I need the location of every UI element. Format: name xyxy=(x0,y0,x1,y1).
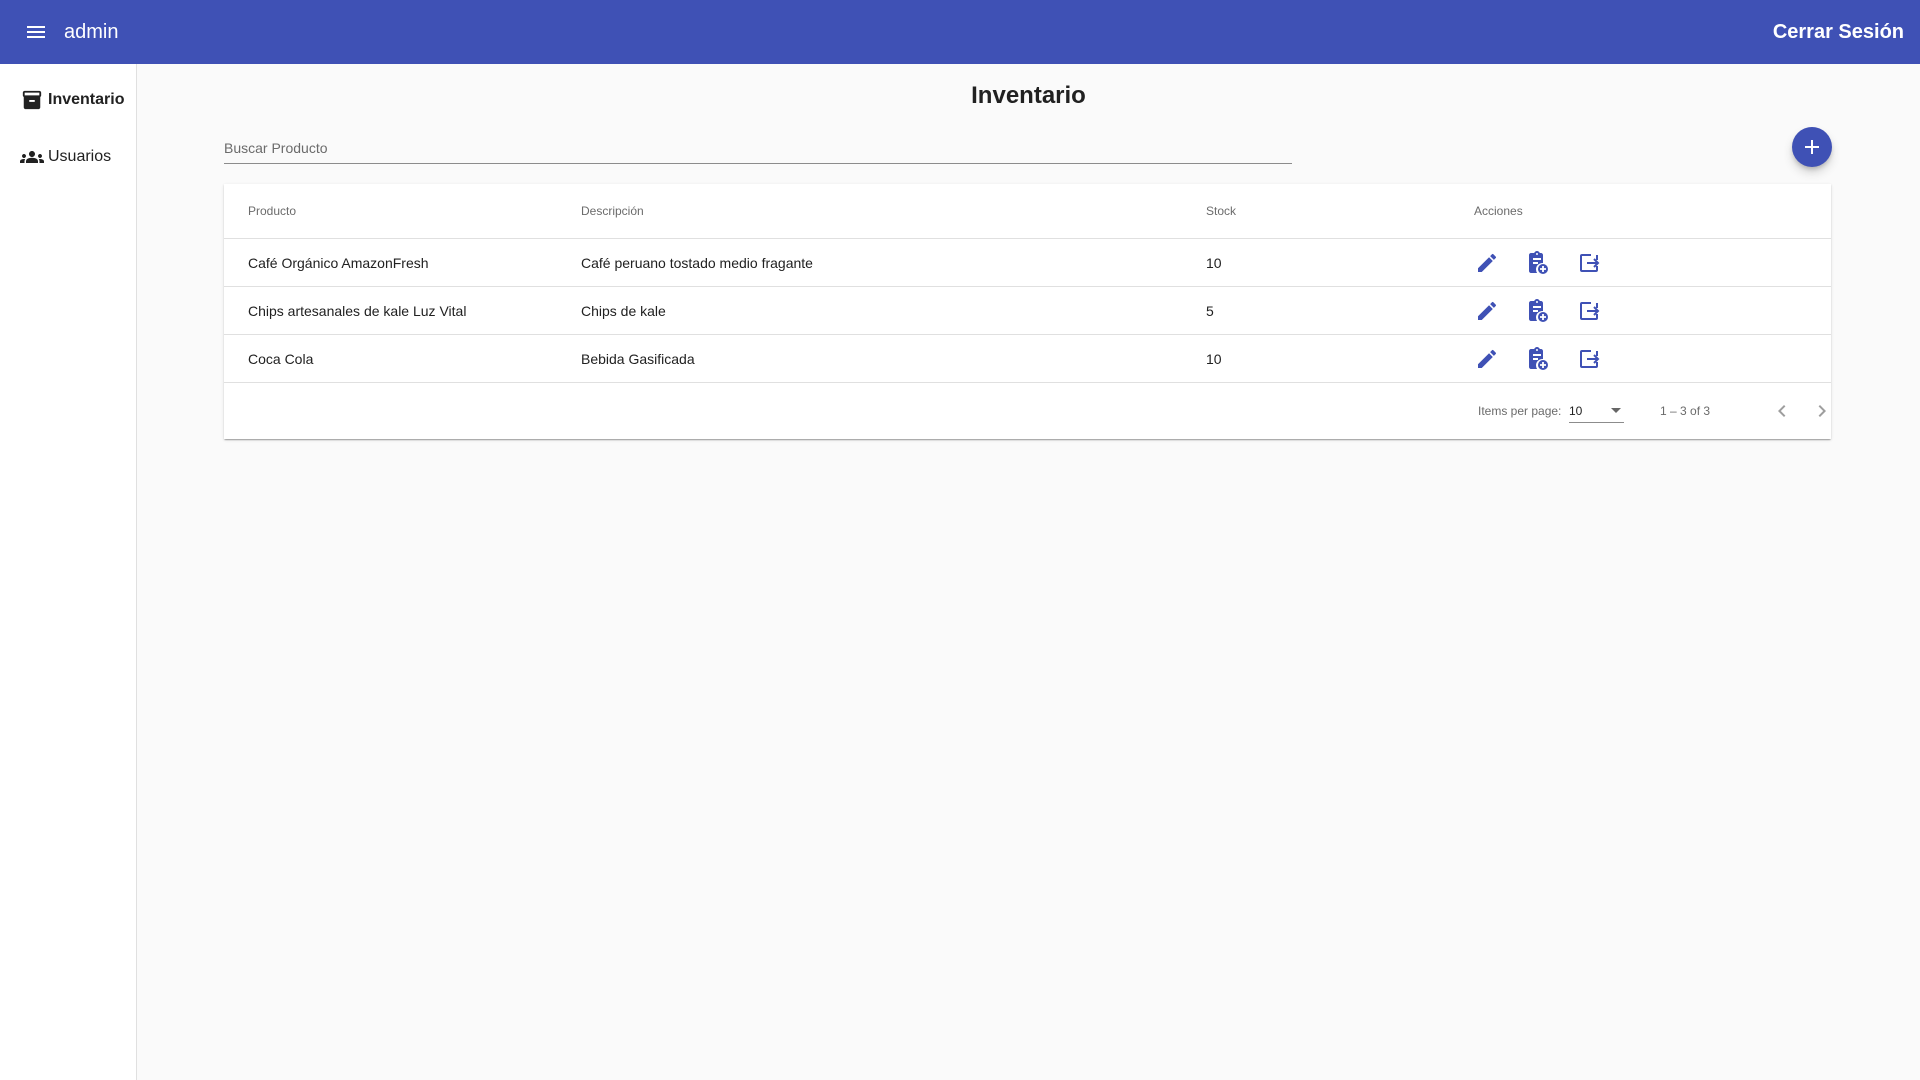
search-field xyxy=(224,136,1292,164)
items-per-page-label: Items per page: xyxy=(1478,404,1562,418)
cell-stock: 5 xyxy=(1206,302,1214,319)
edit-button[interactable] xyxy=(1467,339,1507,379)
previous-page-button[interactable] xyxy=(1762,391,1802,431)
clipboard-add-icon xyxy=(1529,346,1548,370)
top-toolbar: admin Cerrar Sesión xyxy=(0,0,1920,64)
edit-icon xyxy=(1478,301,1497,320)
cell-producto: Coca Cola xyxy=(248,350,314,367)
cell-descripcion: Chips de kale xyxy=(581,302,666,319)
edit-button[interactable] xyxy=(1467,243,1507,283)
exit-to-app-icon xyxy=(1580,253,1600,272)
group-icon xyxy=(20,145,44,169)
table-row: Chips artesanales de kale Luz Vital Chip… xyxy=(224,287,1831,335)
output-stock-button[interactable] xyxy=(1569,339,1609,379)
archive-icon xyxy=(20,88,44,112)
chevron-right-icon xyxy=(1818,405,1826,417)
cell-descripcion: Café peruano tostado medio fragante xyxy=(581,254,813,271)
cell-producto: Café Orgánico AmazonFresh xyxy=(248,254,429,271)
inventory-table: Producto Descripción Stock Acciones Café… xyxy=(224,184,1831,439)
sidebar-item-label: Usuarios xyxy=(48,148,112,165)
output-stock-button[interactable] xyxy=(1569,243,1609,283)
sidebar-item-label: Inventario xyxy=(48,91,125,108)
table-row: Coca Cola Bebida Gasificada 10 xyxy=(224,335,1831,383)
add-product-button[interactable] xyxy=(1792,127,1832,167)
plus-icon xyxy=(1805,140,1819,154)
logout-button[interactable]: Cerrar Sesión xyxy=(1773,0,1904,64)
clipboard-add-icon xyxy=(1529,250,1548,274)
search-input[interactable] xyxy=(224,136,1292,160)
dropdown-arrow-icon xyxy=(1611,408,1621,413)
row-actions xyxy=(1467,239,1620,286)
exit-to-app-icon xyxy=(1580,301,1600,320)
next-page-button[interactable] xyxy=(1802,391,1842,431)
chevron-left-icon xyxy=(1778,405,1786,417)
cell-descripcion: Bebida Gasificada xyxy=(581,350,695,367)
table-row: Café Orgánico AmazonFresh Café peruano t… xyxy=(224,239,1831,287)
column-header-descripcion[interactable]: Descripción xyxy=(581,184,644,238)
edit-button[interactable] xyxy=(1467,291,1507,331)
app-title: admin xyxy=(64,20,119,43)
page-title: Inventario xyxy=(971,82,1086,109)
page-size-select[interactable]: 10 xyxy=(1569,399,1624,423)
add-stock-button[interactable] xyxy=(1518,291,1558,331)
menu-icon xyxy=(27,26,45,38)
column-header-producto[interactable]: Producto xyxy=(248,184,296,238)
cell-stock: 10 xyxy=(1206,350,1222,367)
add-stock-button[interactable] xyxy=(1518,339,1558,379)
exit-to-app-icon xyxy=(1580,349,1600,368)
row-actions xyxy=(1467,335,1620,382)
sidebar-item-inventario[interactable]: Inventario xyxy=(20,88,124,112)
page-range-label: 1 – 3 of 3 xyxy=(1660,404,1711,418)
cell-stock: 10 xyxy=(1206,254,1222,271)
column-header-acciones: Acciones xyxy=(1474,204,1523,218)
menu-button[interactable] xyxy=(16,12,56,52)
paginator: Items per page: 10 1 – 3 of 3 xyxy=(224,383,1831,439)
edit-icon xyxy=(1478,253,1497,272)
row-actions xyxy=(1467,287,1620,334)
column-header-stock[interactable]: Stock xyxy=(1206,184,1236,238)
table-header-row: Producto Descripción Stock Acciones xyxy=(224,184,1831,239)
sidenav: Inventario Usuarios xyxy=(0,64,137,1080)
sidebar-item-usuarios[interactable]: Usuarios xyxy=(20,145,111,169)
edit-icon xyxy=(1478,349,1497,368)
page-size-value: 10 xyxy=(1569,403,1583,418)
cell-producto: Chips artesanales de kale Luz Vital xyxy=(248,302,467,319)
add-stock-button[interactable] xyxy=(1518,243,1558,283)
clipboard-add-icon xyxy=(1529,298,1548,322)
output-stock-button[interactable] xyxy=(1569,291,1609,331)
